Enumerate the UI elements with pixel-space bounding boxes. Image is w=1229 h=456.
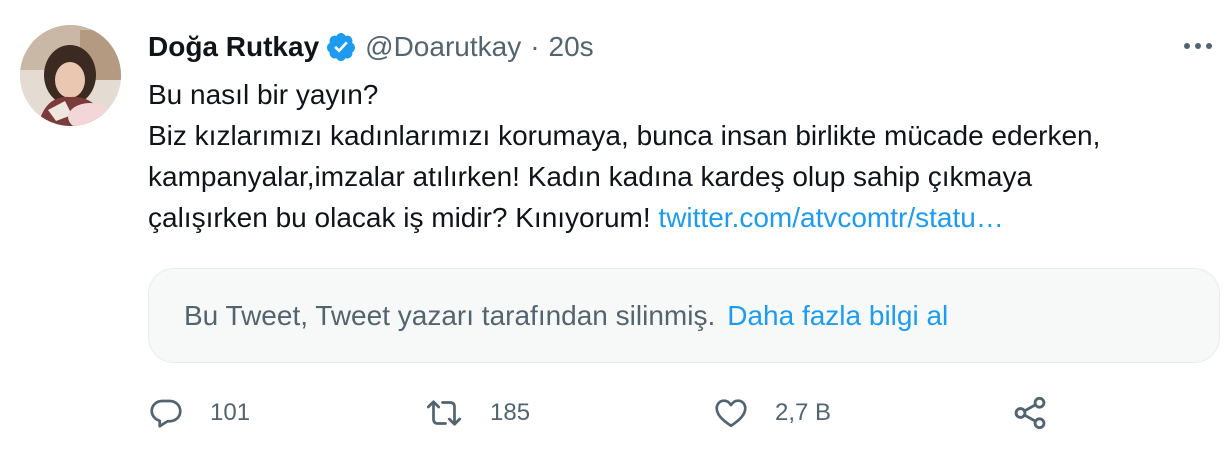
more-icon[interactable] <box>1178 32 1218 60</box>
retweet-button[interactable]: 185 <box>424 390 530 436</box>
quoted-tweet-unavailable: Bu Tweet, Tweet yazarı tarafından silinm… <box>148 268 1220 363</box>
tweet[interactable]: Doğa Rutkay @Doarutkay · 20s Bu nasıl bi… <box>0 0 1229 456</box>
share-icon <box>1011 394 1049 432</box>
reply-button[interactable]: 101 <box>148 390 250 436</box>
retweet-count: 185 <box>490 399 531 426</box>
reply-icon <box>148 395 184 431</box>
tweet-text-line-last: çalışırken bu olacak iş midir? Kınıyorum… <box>148 197 1218 238</box>
author-handle[interactable]: @Doarutkay <box>365 29 521 65</box>
like-count: 2,7 B <box>775 399 832 426</box>
share-button[interactable] <box>1011 390 1049 436</box>
timestamp[interactable]: 20s <box>549 29 594 65</box>
verified-badge-icon <box>325 31 357 63</box>
avatar[interactable] <box>20 25 121 126</box>
tweet-text-segment: çalışırken bu olacak iş midir? Kınıyorum… <box>148 202 659 233</box>
like-icon <box>713 395 749 431</box>
action-bar: 101 185 2,7 B <box>0 390 1229 436</box>
tweet-text-line: kampanyalar,imzalar atılırken! Kadın kad… <box>148 161 1033 192</box>
tweet-text-line: Biz kızlarımızı kadınlarımızı korumaya, … <box>148 120 1101 151</box>
tweet-text-line: Bu nasıl bir yayın? <box>148 79 379 110</box>
reply-count: 101 <box>210 399 251 426</box>
tweet-link[interactable]: twitter.com/atvcomtr/statu… <box>658 202 1003 233</box>
learn-more-link[interactable]: Daha fazla bilgi al <box>727 300 948 332</box>
like-button[interactable]: 2,7 B <box>713 390 831 436</box>
tweet-text: Bu nasıl bir yayın? Biz kızlarımızı kadı… <box>148 74 1218 238</box>
author-display-name[interactable]: Doğa Rutkay <box>148 29 319 65</box>
retweet-icon <box>424 395 464 431</box>
quoted-tweet-message: Bu Tweet, Tweet yazarı tarafından silinm… <box>184 299 716 331</box>
separator-dot: · <box>530 31 540 62</box>
